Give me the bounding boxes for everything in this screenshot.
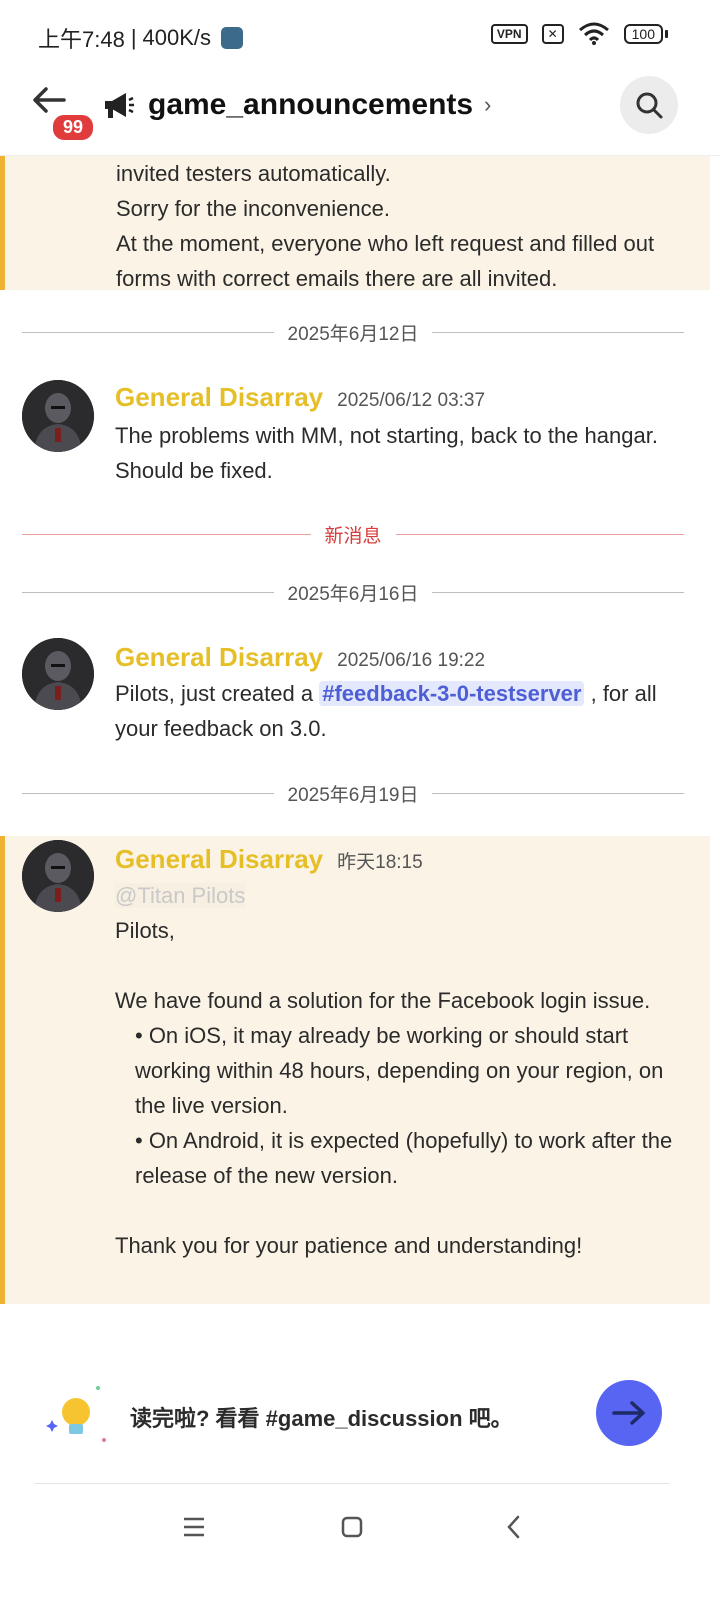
status-right: VPN ✕ 100: [490, 22, 668, 46]
search-button[interactable]: [620, 76, 678, 134]
avatar[interactable]: [22, 840, 94, 912]
previous-message[interactable]: invited testers automatically. Sorry for…: [0, 156, 710, 291]
author-name[interactable]: General Disarray: [115, 642, 323, 673]
message-timestamp: 昨天18:15: [337, 852, 423, 873]
author-name[interactable]: General Disarray: [115, 382, 323, 413]
message-timestamp: 2025/06/12 03:37: [337, 390, 486, 411]
announcement-icon: [102, 88, 136, 127]
message-item[interactable]: General Disarray 2025/06/12 03:37 The pr…: [0, 378, 710, 488]
message-item[interactable]: General Disarray 昨天18:15 @Titan Pilots P…: [0, 836, 710, 1304]
message-body: @Titan Pilots Pilots, We have found a so…: [115, 878, 690, 1263]
arrow-right-icon: [612, 1401, 645, 1425]
battery-icon: 100: [623, 24, 668, 44]
back-nav-button[interactable]: [494, 1512, 534, 1542]
lightbulb-icon: [40, 1380, 110, 1455]
knight-avatar-icon: [22, 638, 94, 710]
message-body: Pilots, just created a #feedback-3-0-tes…: [115, 681, 657, 741]
avatar[interactable]: [22, 380, 94, 452]
message-body: invited testers automatically. Sorry for…: [116, 161, 655, 291]
vpn-icon: VPN: [490, 24, 528, 44]
channel-mention-link[interactable]: #feedback-3-0-testserver: [319, 681, 585, 706]
date-divider: 2025年6月16日: [22, 577, 684, 607]
unread-badge: 99: [50, 112, 97, 143]
wifi-icon: [578, 22, 610, 46]
search-icon: [636, 92, 663, 119]
menu-nav-button[interactable]: [174, 1512, 214, 1542]
home-nav-button[interactable]: [332, 1512, 372, 1542]
net-speed: 400K/s: [142, 25, 212, 50]
bullet-item: • On iOS, it may already be working or s…: [135, 1023, 664, 1118]
date-divider: 2025年6月19日: [22, 778, 684, 808]
next-channel-text: 读完啦? 看看 #game_discussion 吧。: [130, 1406, 513, 1431]
chevron-right-icon[interactable]: ›: [484, 92, 491, 118]
message-header: General Disarray 2025/06/12 03:37: [115, 382, 485, 413]
home-square-icon: [341, 1516, 363, 1538]
go-to-channel-button[interactable]: [596, 1380, 662, 1446]
avatar[interactable]: [22, 638, 94, 710]
system-nav-bar: [0, 1500, 720, 1556]
status-bar: 上午7:48 | 400K/s VPN ✕ 100: [0, 0, 720, 72]
message-item[interactable]: General Disarray 2025/06/16 19:22 Pilots…: [0, 638, 710, 748]
nav-divider: [34, 1483, 670, 1484]
message-header: General Disarray 2025/06/16 19:22: [115, 642, 485, 673]
channel-title[interactable]: game_announcements: [148, 88, 473, 122]
status-left: 上午7:48 | 400K/s: [38, 22, 244, 54]
app-notification-icon: [221, 27, 244, 49]
message-header: General Disarray 昨天18:15: [115, 844, 423, 875]
chevron-left-icon: [507, 1515, 520, 1539]
channel-header: 99 game_announcements ›: [0, 72, 720, 156]
knight-avatar-icon: [22, 380, 94, 452]
message-timestamp: 2025/06/16 19:22: [337, 650, 486, 671]
sim-off-icon: ✕: [541, 24, 564, 44]
role-mention[interactable]: @Titan Pilots: [115, 883, 246, 908]
menu-icon: [184, 1517, 204, 1537]
bullet-item: • On Android, it is expected (hopefully)…: [135, 1128, 673, 1188]
new-messages-divider: 新消息: [22, 519, 685, 549]
date-divider: 2025年6月12日: [22, 317, 684, 347]
author-name[interactable]: General Disarray: [115, 844, 323, 875]
knight-avatar-icon: [22, 840, 94, 912]
message-body: The problems with MM, not starting, back…: [115, 423, 658, 483]
status-time: 上午7:48: [38, 27, 125, 52]
next-channel-prompt: 读完啦? 看看 #game_discussion 吧。: [30, 1376, 680, 1456]
